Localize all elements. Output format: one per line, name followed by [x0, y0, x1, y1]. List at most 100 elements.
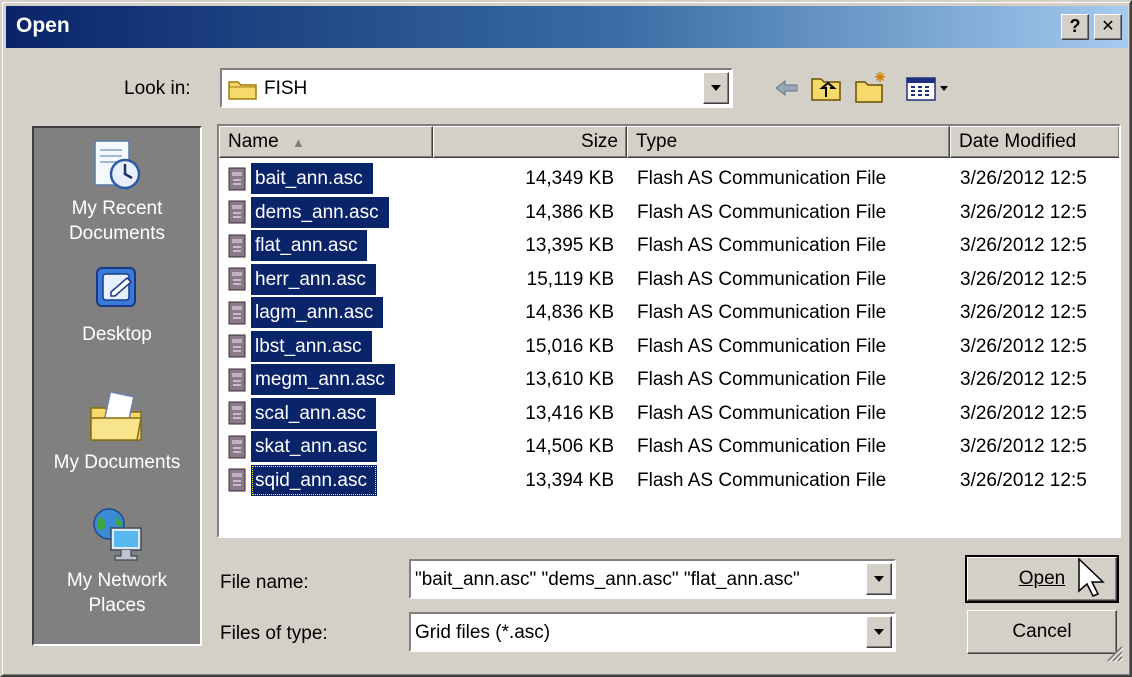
table-row[interactable]: bait_ann.asc 14,349 KB Flash AS Communicat…	[219, 162, 1119, 195]
file-type-cell: Flash AS Communication File	[637, 436, 887, 457]
file-icon	[228, 200, 246, 224]
open-dialog: Open ? ✕ Look in: FISH My Recent Documen…	[0, 0, 1132, 677]
filetype-dropdown-button[interactable]	[866, 616, 892, 648]
network-places-icon	[93, 508, 142, 561]
recent-documents-icon	[94, 140, 141, 190]
file-size-cell: 15,016 KB	[525, 335, 614, 357]
filetype-value: Grid files (*.asc)	[415, 622, 551, 643]
file-name-cell[interactable]: lbst_ann.asc	[225, 330, 372, 362]
file-date-cell: 3/26/2012 12:5	[960, 302, 1087, 323]
chevron-down-icon	[711, 85, 721, 91]
file-date-cell: 3/26/2012 12:5	[960, 335, 1087, 357]
file-type-cell: Flash AS Communication File	[637, 402, 887, 424]
file-type-cell: Flash AS Communication File	[637, 469, 887, 491]
folder-icon	[228, 78, 258, 106]
file-size-cell: 14,386 KB	[525, 201, 614, 223]
file-size-cell: 13,610 KB	[525, 369, 614, 390]
my-documents-icon	[90, 390, 142, 441]
desktop-icon	[96, 267, 136, 307]
file-name-cell[interactable]: skat_ann.asc	[225, 431, 377, 462]
place-my-documents[interactable]: My Documents	[34, 390, 200, 475]
file-size-cell: 13,395 KB	[525, 235, 614, 256]
lookin-value: FISH	[264, 78, 308, 99]
back-arrow-icon[interactable]	[772, 70, 802, 106]
file-size-cell: 13,394 KB	[525, 469, 614, 491]
file-date-cell: 3/26/2012 12:5	[960, 436, 1087, 457]
table-row[interactable]: skat_ann.asc 14,506 KB Flash AS Communicat…	[219, 430, 1119, 463]
table-row[interactable]: scal_ann.asc 13,416 KB Flash AS Communicat…	[219, 397, 1119, 430]
title-bar[interactable]: Open ? ✕	[6, 6, 1128, 48]
file-type-cell: Flash AS Communication File	[637, 235, 887, 256]
file-date-cell: 3/26/2012 12:5	[960, 201, 1087, 223]
filename-label: File name:	[220, 572, 309, 593]
file-size-cell: 14,506 KB	[525, 436, 614, 457]
file-icon	[228, 334, 246, 358]
file-name-cell[interactable]: megm_ann.asc	[225, 364, 395, 395]
filename-input[interactable]: "bait_ann.asc" "dems_ann.asc" "flat_ann.…	[415, 569, 863, 591]
file-name-cell[interactable]: bait_ann.asc	[225, 163, 373, 194]
file-icon	[228, 468, 246, 492]
chevron-down-icon	[874, 576, 884, 582]
file-icon	[228, 267, 246, 291]
file-icon	[228, 167, 246, 190]
file-icon	[228, 368, 246, 391]
chevron-down-icon	[874, 629, 884, 635]
close-button[interactable]: ✕	[1094, 14, 1122, 40]
file-type-cell: Flash AS Communication File	[637, 168, 887, 189]
table-row[interactable]: megm_ann.asc 13,610 KB Flash AS Communicat…	[219, 363, 1119, 396]
file-name-cell[interactable]: dems_ann.asc	[225, 196, 389, 228]
file-icon	[228, 301, 246, 324]
table-row[interactable]: lbst_ann.asc 15,016 KB Flash AS Communicat…	[219, 330, 1119, 363]
window-title: Open	[16, 14, 70, 37]
file-size-cell: 14,349 KB	[525, 168, 614, 189]
list-header: Name ▲ Size Type Date Modified	[219, 126, 1119, 158]
file-list[interactable]: Name ▲ Size Type Date Modified bait_ann.…	[217, 124, 1121, 538]
file-date-cell: 3/26/2012 12:5	[960, 235, 1087, 256]
view-menu-icon[interactable]	[905, 70, 951, 106]
column-header-name[interactable]: Name ▲	[219, 126, 433, 158]
file-name-cell[interactable]: flat_ann.asc	[225, 230, 368, 261]
lookin-label: Look in:	[124, 78, 191, 99]
table-row[interactable]: sqid_ann.asc 13,394 KB Flash AS Communicat…	[219, 464, 1119, 497]
file-type-cell: Flash AS Communication File	[637, 201, 887, 223]
up-folder-icon[interactable]	[810, 70, 842, 106]
new-folder-icon[interactable]	[854, 70, 888, 106]
file-date-cell: 3/26/2012 12:5	[960, 369, 1087, 390]
filename-combo[interactable]: "bait_ann.asc" "dems_ann.asc" "flat_ann.…	[409, 559, 896, 599]
file-date-cell: 3/26/2012 12:5	[960, 168, 1087, 189]
table-row[interactable]: herr_ann.asc 15,119 KB Flash AS Communicat…	[219, 263, 1119, 296]
file-size-cell: 15,119 KB	[526, 268, 614, 290]
file-type-cell: Flash AS Communication File	[637, 302, 887, 323]
table-row[interactable]: dems_ann.asc 14,386 KB Flash AS Communicat…	[219, 196, 1119, 229]
column-header-size[interactable]: Size	[433, 126, 627, 158]
filename-dropdown-button[interactable]	[866, 563, 892, 595]
mouse-cursor-icon	[1077, 557, 1107, 605]
file-size-cell: 14,836 KB	[525, 302, 614, 323]
column-header-type[interactable]: Type	[627, 126, 950, 158]
column-header-date[interactable]: Date Modified	[950, 126, 1119, 158]
lookin-combo[interactable]: FISH	[220, 68, 733, 108]
file-name-cell[interactable]: herr_ann.asc	[225, 263, 376, 295]
place-desktop[interactable]: Desktop	[34, 264, 200, 347]
filetype-label: Files of type:	[220, 623, 328, 644]
file-icon	[228, 234, 246, 257]
file-type-cell: Flash AS Communication File	[637, 335, 887, 357]
table-row[interactable]: lagm_ann.asc 14,836 KB Flash AS Communicat…	[219, 296, 1119, 329]
place-recent-documents[interactable]: My Recent Documents	[34, 138, 200, 246]
lookin-dropdown-button[interactable]	[703, 72, 729, 104]
file-size-cell: 13,416 KB	[525, 402, 614, 424]
cancel-button[interactable]: Cancel	[967, 610, 1117, 654]
filetype-combo[interactable]: Grid files (*.asc)	[409, 612, 896, 652]
help-button[interactable]: ?	[1061, 14, 1089, 40]
file-name-cell[interactable]: sqid_ann.asc	[225, 464, 377, 496]
file-type-cell: Flash AS Communication File	[637, 369, 887, 390]
places-bar: My Recent Documents Desktop My Documents…	[32, 126, 202, 646]
file-name-cell[interactable]: lagm_ann.asc	[225, 297, 384, 328]
file-name-cell[interactable]: scal_ann.asc	[225, 397, 376, 429]
file-date-cell: 3/26/2012 12:5	[960, 268, 1087, 290]
table-row[interactable]: flat_ann.asc 13,395 KB Flash AS Communicat…	[219, 229, 1119, 262]
file-icon	[228, 401, 246, 425]
sort-ascending-icon: ▲	[291, 135, 305, 150]
resize-grip-icon[interactable]	[1104, 643, 1124, 669]
place-network[interactable]: My Network Places	[34, 506, 200, 618]
